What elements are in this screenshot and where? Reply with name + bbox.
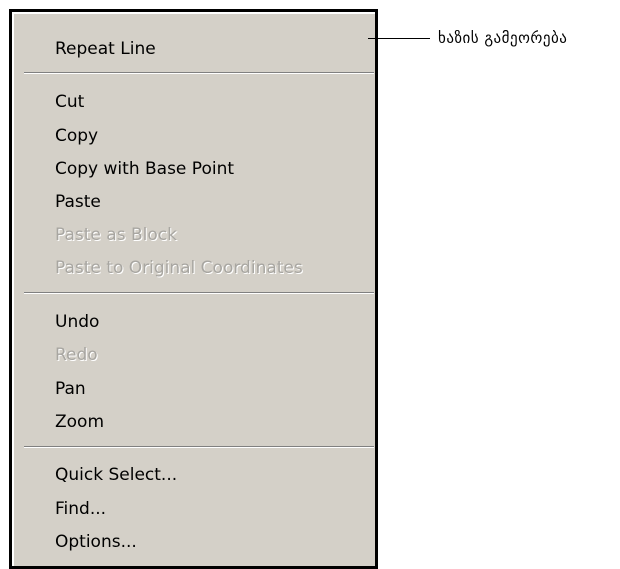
menu-item-undo[interactable]: Undo — [55, 307, 99, 337]
menu-item-cut[interactable]: Cut — [55, 87, 84, 117]
menu-item-redo: Redo — [55, 345, 98, 365]
menu-separator — [24, 292, 374, 294]
context-menu-body: Repeat Line Cut Copy Copy with Base Poin… — [12, 12, 375, 566]
menu-item-options[interactable]: Options... — [55, 527, 137, 557]
menu-item-paste-to-original-coordinates: Paste to Original Coordinates — [55, 258, 303, 278]
context-menu: Repeat Line Cut Copy Copy with Base Poin… — [9, 9, 378, 569]
menu-item-find[interactable]: Find... — [55, 494, 106, 524]
callout-line — [368, 38, 430, 39]
menu-item-copy[interactable]: Copy — [55, 121, 98, 151]
menu-item-copy-with-base-point[interactable]: Copy with Base Point — [55, 154, 234, 184]
menu-item-repeat-line[interactable]: Repeat Line — [55, 34, 156, 64]
menu-item-zoom[interactable]: Zoom — [55, 407, 104, 437]
callout-label: ხაზის გამეორება — [438, 29, 568, 47]
menu-item-paste[interactable]: Paste — [55, 187, 101, 217]
menu-separator — [24, 446, 374, 448]
menu-item-pan[interactable]: Pan — [55, 374, 86, 404]
menu-separator — [24, 72, 374, 74]
menu-item-paste-as-block: Paste as Block — [55, 225, 177, 245]
menu-item-quick-select[interactable]: Quick Select... — [55, 460, 177, 490]
